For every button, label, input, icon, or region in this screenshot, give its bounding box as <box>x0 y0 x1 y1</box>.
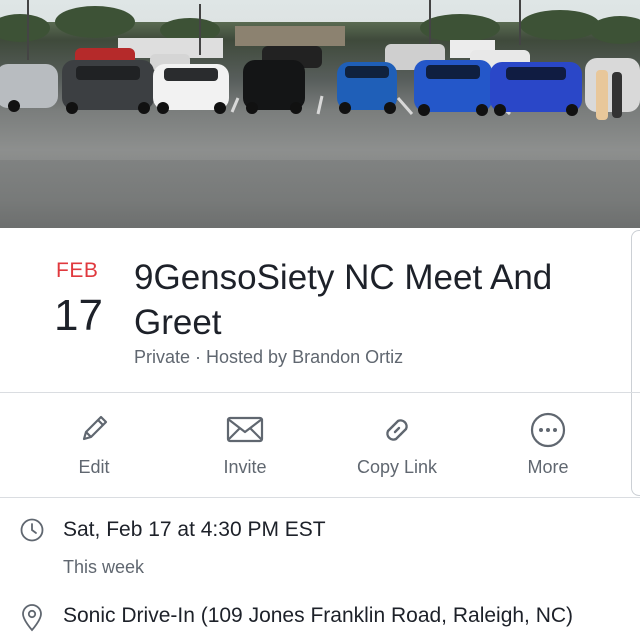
more-button[interactable]: More <box>478 393 618 496</box>
clock-icon <box>20 518 44 547</box>
event-location[interactable]: Sonic Drive-In (109 Jones Franklin Road,… <box>63 604 573 628</box>
pencil-icon <box>76 411 112 452</box>
copy-link-button[interactable]: Copy Link <box>327 393 467 496</box>
envelope-icon <box>225 411 265 452</box>
cover-photo-illustration <box>0 0 640 228</box>
event-time[interactable]: Sat, Feb 17 at 4:30 PM EST <box>63 518 326 542</box>
divider-bottom <box>0 497 640 498</box>
more-icon <box>529 411 567 454</box>
event-day: 17 <box>54 291 103 340</box>
edit-button[interactable]: Edit <box>24 393 164 496</box>
copy-link-label: Copy Link <box>356 457 438 477</box>
event-host-info[interactable]: Private · Hosted by Brandon Ortiz <box>134 347 604 368</box>
link-icon <box>378 411 416 454</box>
invite-button[interactable]: Invite <box>175 393 315 496</box>
event-month: FEB <box>56 259 99 282</box>
invite-label: Invite <box>223 457 267 477</box>
event-actions-bar: Edit Invite Copy Link More <box>0 393 640 496</box>
event-time-relative: This week <box>63 557 145 577</box>
event-cover-photo[interactable] <box>0 0 640 228</box>
more-label: More <box>527 457 569 477</box>
location-pin-icon <box>20 604 44 637</box>
event-title: 9GensoSiety NC Meet And Greet <box>134 258 553 342</box>
edit-label: Edit <box>78 457 110 477</box>
